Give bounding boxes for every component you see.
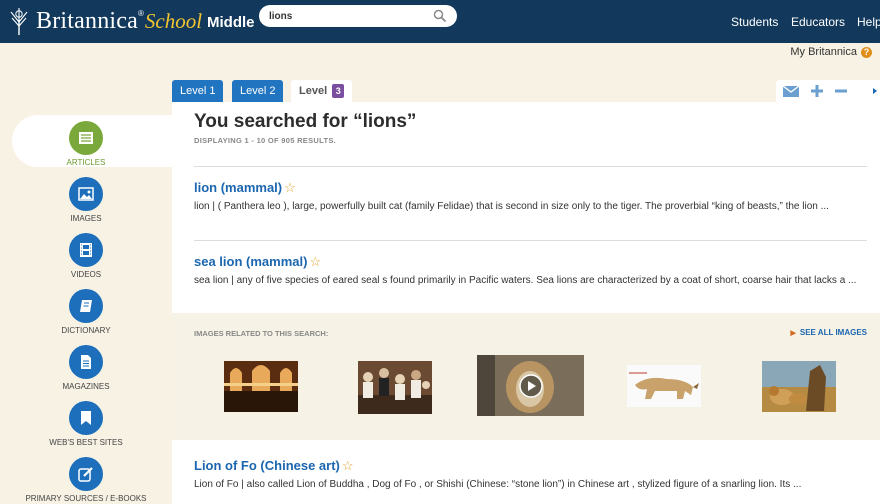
sidebar-primary-sources-circle bbox=[69, 457, 103, 491]
favorite-star-icon[interactable]: ☆ bbox=[284, 180, 296, 195]
level-3-badge: 3 bbox=[332, 84, 345, 98]
favorite-star-icon[interactable]: ☆ bbox=[342, 458, 354, 473]
britannica-logo[interactable]: Britannica ® School bbox=[8, 6, 202, 36]
see-all-images-label: SEE ALL IMAGES bbox=[799, 328, 867, 337]
result-snippet: Lion of Fo | also called Lion of Buddha … bbox=[194, 479, 802, 490]
brand-school: School bbox=[144, 8, 203, 33]
film-icon bbox=[80, 243, 92, 257]
result-item: Lion of Fo (Chinese art) ☆ Lion of Fo | a… bbox=[194, 457, 869, 493]
sidebar-item-label: WEB'S BEST SITES bbox=[49, 438, 123, 447]
thumb-lions-photo[interactable] bbox=[762, 361, 836, 412]
result-item: sea lion (mammal) ☆ sea lion | any of fiv… bbox=[194, 253, 869, 289]
result-snippet: lion | ( Panthera leo ), large, powerful… bbox=[194, 201, 829, 212]
result-title-link[interactable]: lion (mammal) bbox=[194, 180, 282, 195]
edit-icon bbox=[78, 467, 93, 482]
content-type-sidebar: ARTICLES IMAGES VIDEOS DICTIONARY MAGAZI… bbox=[0, 113, 172, 504]
tab-level-3-label: Level bbox=[299, 85, 328, 97]
divider bbox=[194, 166, 867, 167]
book-icon bbox=[80, 300, 92, 312]
sidebar-item-label: PRIMARY SOURCES / E-BOOKS bbox=[25, 494, 147, 503]
article-toolbar bbox=[776, 80, 880, 102]
sidebar-item-label: VIDEOS bbox=[70, 270, 102, 279]
result-snippet: sea lion | any of five species of eared … bbox=[194, 275, 857, 286]
arrow-right-icon: ▶ bbox=[790, 330, 796, 337]
expand-arrow-icon[interactable] bbox=[871, 83, 879, 99]
image-icon bbox=[78, 187, 94, 201]
related-images-label: IMAGES RELATED TO THIS SEARCH: bbox=[194, 329, 329, 338]
divider bbox=[194, 240, 867, 241]
my-britannica-link[interactable]: My Britannica ? bbox=[790, 46, 872, 58]
my-britannica-label: My Britannica bbox=[790, 46, 857, 58]
decrease-text-icon[interactable] bbox=[833, 83, 849, 99]
school-level-label: Middle bbox=[207, 14, 255, 31]
brand-registered-mark: ® bbox=[137, 8, 144, 18]
lions-photo-image bbox=[762, 361, 836, 412]
see-all-images-link[interactable]: ▶ SEE ALL IMAGES bbox=[790, 328, 867, 337]
tab-level-1[interactable]: Level 1 bbox=[172, 80, 224, 102]
search-box[interactable] bbox=[259, 5, 457, 27]
thumb-interior-photo[interactable] bbox=[224, 361, 298, 412]
page-title: You searched for “lions” bbox=[194, 111, 417, 132]
brand-name: Britannica bbox=[36, 7, 138, 34]
sidebar-dictionary-circle bbox=[69, 289, 103, 323]
sidebar-item-label: MAGAZINES bbox=[62, 382, 110, 391]
play-icon[interactable] bbox=[519, 374, 543, 398]
bookmark-icon bbox=[81, 411, 91, 425]
nav-educators[interactable]: Educators bbox=[791, 15, 845, 29]
sidebar-videos-circle bbox=[69, 233, 103, 267]
lion-illustration-image bbox=[627, 365, 701, 407]
interior-photo-image bbox=[224, 361, 298, 412]
nav-students[interactable]: Students bbox=[731, 15, 778, 29]
thumb-lion-illustration[interactable] bbox=[627, 365, 701, 407]
email-icon[interactable] bbox=[782, 83, 800, 99]
result-title-link[interactable]: Lion of Fo (Chinese art) bbox=[194, 458, 340, 473]
sidebar-webs-best-sites-circle bbox=[69, 401, 103, 435]
result-count: DISPLAYING 1 - 10 OF 905 RESULTS. bbox=[194, 136, 337, 145]
result-title-link[interactable]: sea lion (mammal) bbox=[194, 254, 307, 269]
document-icon bbox=[81, 355, 91, 369]
team-photo-image bbox=[358, 361, 432, 414]
top-bar: Britannica ® School Middle Students Educ… bbox=[0, 0, 880, 43]
related-images-panel: IMAGES RELATED TO THIS SEARCH: ▶ SEE ALL … bbox=[172, 313, 880, 440]
sidebar-magazines-circle bbox=[69, 345, 103, 379]
increase-text-icon[interactable] bbox=[809, 83, 825, 99]
help-icon[interactable]: ? bbox=[861, 46, 872, 58]
search-input[interactable] bbox=[269, 8, 429, 24]
list-icon bbox=[79, 132, 93, 144]
thistle-logo-icon bbox=[10, 8, 28, 35]
result-item: lion (mammal) ☆ lion | ( Panthera leo ), … bbox=[194, 179, 869, 215]
sidebar-articles-circle bbox=[69, 121, 103, 155]
sidebar-images-circle bbox=[69, 177, 103, 211]
sidebar-item-label: ARTICLES bbox=[66, 158, 106, 167]
search-results-panel: You searched for “lions” DISPLAYING 1 - … bbox=[172, 102, 880, 504]
sidebar-item-label: DICTIONARY bbox=[61, 326, 111, 335]
thumb-team-photo[interactable] bbox=[358, 361, 432, 414]
sidebar-item-label: IMAGES bbox=[70, 214, 102, 223]
tab-level-3[interactable]: Level 3 bbox=[291, 80, 353, 102]
tab-level-2[interactable]: Level 2 bbox=[232, 80, 284, 102]
nav-help[interactable]: Help bbox=[857, 15, 880, 29]
search-icon[interactable] bbox=[433, 9, 447, 23]
favorite-star-icon[interactable]: ☆ bbox=[309, 254, 321, 269]
thumb-lion-video[interactable] bbox=[477, 355, 584, 416]
